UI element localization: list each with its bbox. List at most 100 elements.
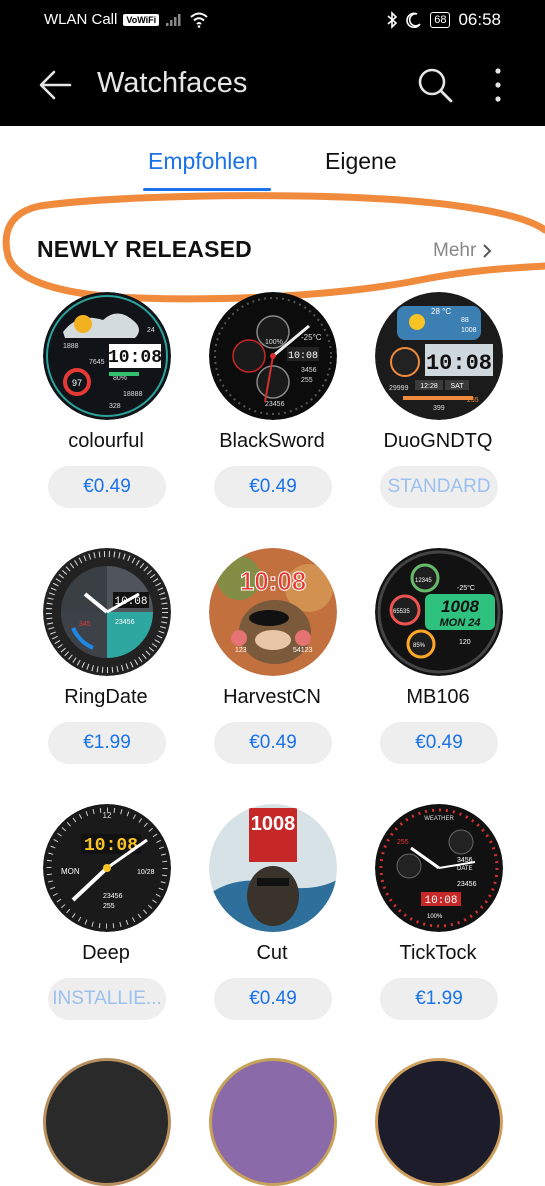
face-time: 10:08 [426, 351, 492, 376]
search-icon[interactable] [416, 66, 454, 104]
face-metric: 399 [433, 405, 445, 412]
face-metric: 85% [413, 643, 426, 649]
clock: 06:58 [458, 10, 501, 29]
face-time: 1008 [251, 813, 296, 835]
watchface-name: HarvestCN [223, 686, 321, 708]
watchface-preview-duo[interactable]: 28 °C 88 1008 10:08 29999 12:28 SAT 399 … [375, 292, 503, 420]
face-metric: 54123 [293, 647, 313, 654]
face-metric: 345 [79, 621, 91, 628]
face-metric: 28 °C [431, 307, 451, 316]
face-metric: 65535 [393, 609, 410, 615]
watchface-name: DuoGNDTQ [383, 430, 493, 452]
face-time: 10:08 [108, 348, 162, 368]
face-metric: 23456 [265, 401, 285, 408]
face-metric: 12345 [415, 578, 432, 584]
face-metric: 255 [397, 839, 409, 846]
install-button[interactable]: INSTALLIE... [48, 978, 166, 1020]
tab-eigene[interactable]: Eigene [325, 148, 397, 175]
face-metric: 29999 [389, 385, 409, 392]
face-metric: 255 [103, 903, 115, 910]
watchface-preview-mb106[interactable]: 1008 MON 24 12345 65535 85% 120 -25°C [375, 548, 503, 676]
watchface-preview-blacksword[interactable]: 10:08 -25°C 3456 255 23456 100% [209, 292, 337, 420]
face-metric: DATE [457, 866, 473, 872]
price-button[interactable]: €0.49 [48, 466, 166, 508]
page-title: Watchfaces [97, 67, 248, 99]
status-left: WLAN Call VoWiFi [44, 11, 209, 28]
price-button[interactable]: €1.99 [380, 978, 498, 1020]
watchface-card[interactable]: 12 10:08 MON 10/28 23456 255 Deep INSTAL… [21, 804, 191, 1034]
watchface-preview-ringdate[interactable]: 10:08 23456 345 [43, 548, 171, 676]
face-metric: WEATHER [424, 816, 454, 822]
face-time: 10:08 [288, 351, 318, 362]
signal-icon [166, 13, 181, 26]
watchface-card[interactable]: 10:08 97 7645 80% 18888 328 1888 24 colo… [21, 292, 191, 522]
price-button[interactable]: €0.49 [380, 722, 498, 764]
more-options-icon[interactable] [488, 66, 508, 104]
wifi-icon [190, 12, 208, 28]
face-metric: 3456 [301, 367, 317, 374]
watchface-preview-harvest[interactable]: 10:08 123 54123 [209, 548, 337, 676]
face-date: MON 24 [440, 617, 481, 629]
back-arrow-icon[interactable] [38, 68, 72, 102]
more-link-label: Mehr [433, 240, 477, 261]
watchface-card[interactable]: 10:08 23456 345 RingDate €1.99 [21, 548, 191, 778]
face-metric: 23456 [103, 893, 123, 900]
watchface-card[interactable]: 28 °C 88 1008 10:08 29999 12:28 SAT 399 … [353, 292, 523, 522]
watchface-name: colourful [68, 430, 144, 452]
face-metric: 328 [109, 403, 121, 410]
watchface-name: MB106 [406, 686, 470, 708]
standard-button[interactable]: STANDARD [380, 466, 498, 508]
face-metric: 1888 [63, 343, 79, 350]
watchface-name: BlackSword [219, 430, 325, 452]
status-right: 68 06:58 [386, 10, 501, 30]
face-metric: 12:28 [420, 383, 438, 390]
watchface-preview-colourful[interactable]: 10:08 97 7645 80% 18888 328 1888 24 [43, 292, 171, 420]
face-metric: 12 [103, 811, 112, 820]
bluetooth-icon [387, 11, 398, 29]
battery-icon: 68 [430, 12, 451, 28]
price-button[interactable]: €1.99 [48, 722, 166, 764]
tab-empfohlen[interactable]: Empfohlen [148, 148, 258, 175]
watchface-card[interactable]: WEATHER DATE 3456 23456 255 10:08 100% T… [353, 804, 523, 1034]
face-time: 10:08 [424, 895, 457, 907]
face-metric: 1008 [461, 327, 477, 334]
watchface-preview-partial[interactable] [375, 1058, 503, 1186]
watchface-name: Deep [82, 942, 130, 964]
carrier-label: WLAN Call [44, 11, 118, 28]
face-metric: 88 [461, 317, 469, 324]
face-metric: 97 [72, 378, 82, 388]
face-metric: 255 [301, 377, 313, 384]
face-metric: 7645 [89, 359, 105, 366]
face-metric: 23456 [457, 881, 477, 888]
moon-icon [406, 12, 421, 28]
price-button[interactable]: €0.49 [214, 722, 332, 764]
watchface-card[interactable]: 10:08 -25°C 3456 255 23456 100% BlackSwo… [187, 292, 357, 522]
status-bar: WLAN Call VoWiFi 68 06:58 [0, 0, 545, 42]
face-metric: 100% [265, 339, 283, 346]
face-metric: 123 [235, 647, 247, 654]
face-metric: 10/28 [137, 869, 155, 876]
price-button[interactable]: €0.49 [214, 466, 332, 508]
face-metric: 120 [459, 639, 471, 646]
chevron-right-icon [483, 244, 492, 258]
face-time: 1008 [441, 597, 479, 616]
face-metric: 23456 [115, 619, 135, 626]
watchface-preview-partial[interactable] [43, 1058, 171, 1186]
watchface-name: RingDate [64, 686, 148, 708]
watchface-preview-partial[interactable] [209, 1058, 337, 1186]
watchface-preview-deep[interactable]: 12 10:08 MON 10/28 23456 255 [43, 804, 171, 932]
face-metric: 18888 [123, 391, 143, 398]
face-metric: 24 [147, 327, 155, 334]
watchface-preview-ticktock[interactable]: WEATHER DATE 3456 23456 255 10:08 100% [375, 804, 503, 932]
more-link[interactable]: Mehr [433, 240, 492, 262]
price-button[interactable]: €0.49 [214, 978, 332, 1020]
watchface-name: Cut [256, 942, 288, 964]
face-metric: -25°C [457, 584, 475, 592]
watchface-card[interactable]: 10:08 123 54123 HarvestCN €0.49 [187, 548, 357, 778]
watchface-card[interactable]: 1008 MON 24 12345 65535 85% 120 -25°C MB… [353, 548, 523, 778]
watchface-card[interactable]: 1008 Cut €0.49 [187, 804, 357, 1034]
face-metric: 80% [113, 375, 127, 382]
face-metric: -25°C [301, 333, 322, 342]
watchface-preview-cut[interactable]: 1008 [209, 804, 337, 932]
watchface-name: TickTock [399, 942, 477, 964]
